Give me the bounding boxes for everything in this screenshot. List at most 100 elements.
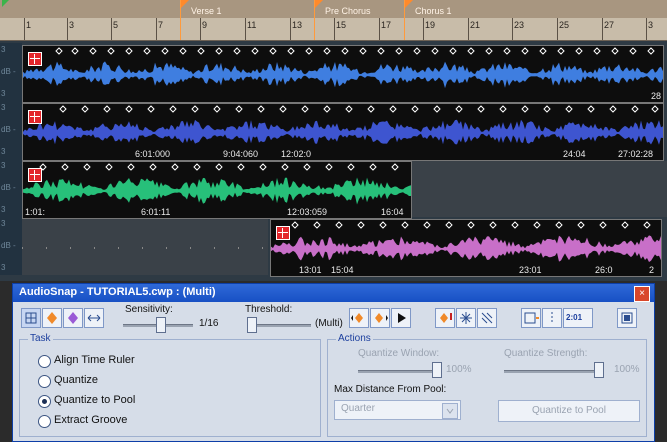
ruler-number: 13 [292, 20, 303, 30]
clip-timestamp: 2 [649, 265, 655, 275]
transient-warn-button[interactable] [435, 308, 455, 328]
radio-button[interactable] [38, 355, 51, 368]
lane-label: dB - [1, 241, 16, 250]
audiosnap-toolbar: Sensitivity: 1/16 Threshold: (Multi) 2:0… [13, 302, 654, 333]
ruler-number: 17 [381, 20, 392, 30]
start-marker-flag[interactable] [2, 0, 9, 7]
marker-pre-chorus[interactable]: Pre Chorus [314, 0, 371, 40]
clip-timestamp: 9:04:060 [223, 149, 259, 159]
quantize-strength-value: 100% [614, 364, 640, 375]
panel-titlebar[interactable]: AudioSnap - TUTORIAL5.cwp : (Multi) × [13, 284, 654, 302]
hatch-button[interactable] [477, 308, 497, 328]
waveform [23, 61, 663, 89]
radio-button[interactable] [38, 415, 51, 428]
time-ruler[interactable]: 1 3 5 7 9 11 13 15 17 19 21 23 25 27 3 V… [0, 0, 667, 41]
radio-label: Quantize [54, 374, 99, 386]
grid-orange-icon [524, 312, 539, 324]
quantize-strength-label: Quantize Strength: [504, 348, 588, 359]
empty-track-area[interactable] [22, 219, 268, 275]
panel-menu-button[interactable] [617, 308, 637, 328]
quantize-strength-slider-thumb[interactable] [594, 362, 604, 378]
grid-toggle-button[interactable] [21, 308, 41, 328]
close-button[interactable]: × [634, 286, 650, 302]
sensitivity-slider-thumb[interactable] [156, 317, 166, 333]
actions-group-title: Actions [336, 333, 373, 344]
ruler-ticks: 1 3 5 7 9 11 13 15 17 19 21 23 25 27 3 [0, 18, 667, 40]
lane-label: dB - [1, 183, 16, 192]
time-display-button[interactable]: 2:01 [563, 308, 593, 328]
lane-label: 3 [1, 205, 6, 214]
menu-icon [621, 312, 633, 324]
clip-timestamp: 26:0 [595, 265, 613, 275]
dots-button[interactable] [542, 308, 562, 328]
radio-label: Quantize to Pool [54, 394, 136, 406]
grid-orange-button[interactable] [521, 308, 541, 328]
marker-verse-1[interactable]: Verse 1 [180, 0, 222, 40]
transient-markers[interactable] [23, 46, 663, 56]
audiosnap-panel: AudioSnap - TUTORIAL5.cwp : (Multi) × Se… [12, 283, 655, 442]
radio-label: Align Time Ruler [54, 354, 135, 366]
transient-button[interactable] [42, 308, 62, 328]
diamond-orange-icon [47, 312, 57, 324]
threshold-slider-thumb[interactable] [247, 317, 257, 333]
quantize-window-slider-track[interactable] [358, 370, 440, 373]
audio-clip[interactable]: 1:01: 6:01:11 12:03:059 16:04 [22, 161, 412, 219]
quantize-window-value: 100% [446, 364, 472, 375]
track-lane-labels: 3 dB - 3 [0, 159, 22, 217]
marker-flag-icon [315, 0, 323, 8]
clip-timestamp: 16:04 [381, 207, 404, 217]
ruler-number: 3 [648, 20, 654, 30]
prev-transient-button[interactable] [349, 308, 369, 328]
audio-clip[interactable]: 6:01:000 9:04:060 12:02:0 24:04 27:02:28 [22, 103, 664, 161]
audio-clip[interactable]: 13:01 15:04 23:01 26:0 2 [270, 219, 662, 277]
empty-track-area[interactable] [412, 161, 667, 217]
stretch-button[interactable] [84, 308, 104, 328]
time-display-text: 2:01 [566, 313, 583, 322]
marker-flag-icon [405, 0, 413, 8]
waveform [23, 177, 411, 205]
chevron-down-icon[interactable] [442, 403, 458, 419]
radio-button[interactable] [38, 375, 51, 388]
clip-timestamp: 12:02:0 [281, 149, 312, 159]
quantize-to-pool-button[interactable]: Quantize to Pool [498, 400, 640, 422]
diamond-exclamation-icon [440, 313, 452, 323]
transient-markers[interactable] [23, 162, 411, 172]
pool-button[interactable] [63, 308, 83, 328]
audio-clip[interactable]: 28 [22, 45, 664, 103]
dotted-line-icon [551, 312, 553, 324]
lane-label: 3 [1, 147, 6, 156]
grid-icon [25, 312, 37, 324]
hatch-icon [481, 312, 493, 324]
sensitivity-value: 1/16 [199, 318, 219, 329]
transient-markers[interactable] [271, 220, 661, 230]
quantize-window-slider-thumb[interactable] [432, 362, 442, 378]
ruler-number: 27 [604, 20, 615, 30]
max-distance-select[interactable]: Quarter [334, 400, 461, 420]
lane-label: 3 [1, 219, 6, 228]
ruler-number: 11 [247, 20, 257, 30]
clip-timestamp: 24:04 [563, 149, 586, 159]
next-diamond-icon [375, 313, 388, 323]
ruler-number: 1 [26, 20, 32, 30]
ruler-number: 23 [514, 20, 525, 30]
next-transient-button[interactable] [370, 308, 390, 328]
ruler-number: 5 [113, 20, 119, 30]
quantize-strength-slider-track[interactable] [504, 370, 604, 373]
panel-title: AudioSnap - TUTORIAL5.cwp : (Multi) [19, 286, 216, 298]
play-button[interactable] [391, 308, 411, 328]
track-1: 3 dB - 3 28 [0, 43, 667, 103]
lane-label: 3 [1, 45, 6, 54]
track-3: 3 dB - 3 1:01: 6:01:11 12:03:059 16:04 [0, 159, 667, 219]
track-2: 3 dB - 3 6:01:000 9:04:060 12:02:0 24:04… [0, 101, 667, 161]
clip-timestamp: 13:01 [299, 265, 322, 275]
lane-label: dB - [1, 125, 16, 134]
transient-markers[interactable] [23, 104, 663, 114]
asterisk-icon [460, 312, 472, 324]
diamond-purple-icon [68, 312, 78, 324]
marker-label: Pre Chorus [325, 6, 371, 16]
marker-chorus-1[interactable]: Chorus 1 [404, 0, 452, 40]
clip-timestamp: 6:01:11 [141, 207, 171, 217]
lane-label: 3 [1, 103, 6, 112]
radio-button-selected[interactable] [38, 395, 51, 408]
snowflake-button[interactable] [456, 308, 476, 328]
